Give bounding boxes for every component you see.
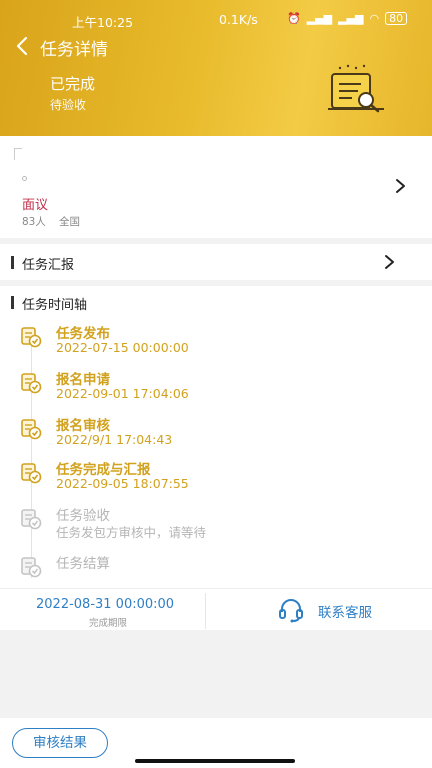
alarm-icon: ⏰ (287, 12, 301, 25)
nav-bar: 任务详情 (0, 32, 432, 60)
step-check-icon (21, 419, 42, 440)
timeline-step-detail: 2022-09-05 18:07:55 (56, 476, 189, 491)
section-marker (11, 296, 14, 309)
back-arrow-icon[interactable] (14, 36, 32, 56)
step-check-icon (21, 463, 42, 484)
task-participant-count: 83人 (22, 216, 46, 228)
task-substatus: 待验收 (50, 98, 87, 112)
chevron-right-icon (385, 255, 394, 269)
chevron-right-icon (396, 179, 405, 193)
document-search-icon (328, 64, 384, 113)
page-title: 任务详情 (40, 40, 108, 60)
review-result-button[interactable]: 审核结果 (12, 728, 108, 758)
signal-icon: ▂▄▆ (338, 12, 364, 25)
report-title: 任务汇报 (22, 258, 75, 273)
step-check-icon (21, 509, 42, 530)
headset-icon (279, 599, 303, 623)
bottom-action-bar: 审核结果 (0, 718, 432, 768)
timeline-footer: 2022-08-31 00:00:00 完成期限 联系客服 (0, 588, 432, 630)
header-banner: 上午10:25 0.1K/s ⏰ ▂▄▆ ▂▄▆ ◠ 80 任务详情 已完成 待… (0, 0, 432, 136)
contact-support-button[interactable]: 联系客服 (278, 597, 388, 623)
timeline-step-title: 任务完成与汇报 (56, 462, 151, 478)
timeline-step-title: 报名审核 (56, 418, 110, 434)
timeline-step-title: 任务结算 (56, 556, 110, 572)
task-region: 全国 (59, 216, 80, 228)
task-info-card[interactable]: 面议 83人 全国 (0, 136, 432, 238)
wifi-icon: ◠ (369, 12, 380, 25)
section-marker (11, 256, 14, 269)
status-bar: 上午10:25 0.1K/s ⏰ ▂▄▆ ▂▄▆ ◠ 80 (0, 10, 432, 30)
battery-icon: 80 (385, 12, 408, 25)
task-timeline: 任务时间轴 任务发布 2022-07-15 00:00:00 报名申请 2022-09… (0, 286, 432, 630)
task-status: 已完成 (50, 75, 96, 93)
home-indicator (135, 759, 295, 763)
timeline-step-title: 任务验收 (56, 508, 110, 524)
task-thumbnail (14, 148, 22, 160)
step-check-icon (21, 327, 42, 348)
timeline-step-title: 任务发布 (56, 326, 110, 342)
status-icons: ⏰ ▂▄▆ ▂▄▆ ◠ 80 (287, 12, 408, 25)
timeline-step-detail: 2022-09-01 17:04:06 (56, 386, 189, 401)
network-speed: 0.1K/s (219, 12, 258, 27)
step-check-icon (21, 557, 42, 578)
timeline-step-detail: 任务发包方审核中，请等待 (56, 525, 207, 540)
task-report-row[interactable]: 任务汇报 (0, 244, 432, 280)
timeline-title: 任务时间轴 (22, 298, 88, 313)
deadline-value: 2022-08-31 00:00:00 (36, 597, 175, 612)
timeline-step-detail: 2022-07-15 00:00:00 (56, 340, 189, 355)
step-check-icon (21, 373, 42, 394)
timeline-step-title: 报名申请 (56, 372, 110, 388)
signal-icon: ▂▄▆ (306, 12, 333, 25)
timeline-step-detail: 2022/9/1 17:04:43 (56, 432, 173, 447)
task-placeholder-mark (22, 176, 27, 181)
divider (205, 593, 206, 629)
status-time: 上午10:25 (72, 15, 134, 30)
deadline-label: 完成期限 (89, 618, 128, 629)
contact-support-label: 联系客服 (318, 605, 372, 621)
task-price: 面议 (22, 198, 49, 213)
